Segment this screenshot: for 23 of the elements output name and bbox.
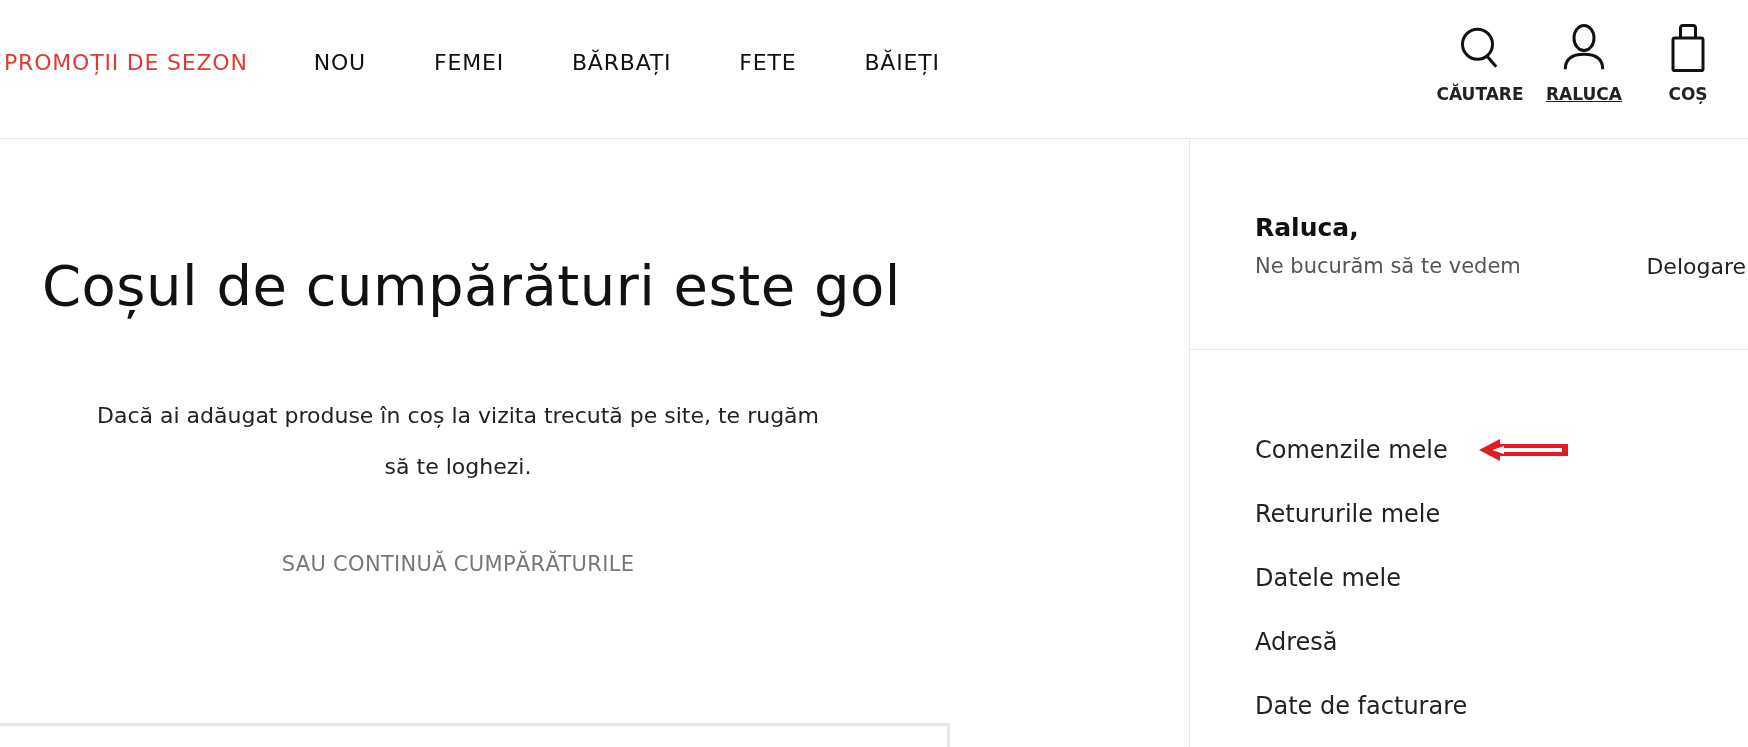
nav-link[interactable]: PROMOȚII DE SEZON xyxy=(4,50,248,75)
header-action[interactable]: RALUCA xyxy=(1532,22,1636,138)
cart-title: Coșul de cumpărături este gol xyxy=(42,253,902,318)
action-label: COȘ xyxy=(1668,84,1708,104)
welcome-text: Ne bucurăm să te vedem xyxy=(1255,254,1521,279)
account-menu-item[interactable]: Date de facturare xyxy=(1255,692,1468,720)
nav-link[interactable]: BĂRBAȚI xyxy=(571,50,672,75)
header-action[interactable]: CĂUTARE xyxy=(1428,22,1532,138)
account-menu-item[interactable]: Comenzile mele xyxy=(1255,436,1448,464)
account-menu-item[interactable]: Retururile mele xyxy=(1255,500,1441,528)
nav-link[interactable]: BĂIEȚI xyxy=(864,50,940,75)
nav-link[interactable]: FETE xyxy=(739,50,797,75)
nav-link[interactable]: NOU xyxy=(313,50,366,75)
account-menu-item[interactable]: Adresă xyxy=(1255,628,1338,656)
nav-link[interactable]: FEMEI xyxy=(434,50,504,75)
action-label: RALUCA xyxy=(1546,84,1622,104)
continue-shopping-link[interactable]: SAU CONTINUĂ CUMPĂRĂTURILE xyxy=(0,552,916,576)
greeting: Raluca, xyxy=(1255,213,1360,242)
logout-link[interactable]: Delogare xyxy=(1646,254,1746,279)
account-menu-item[interactable]: Datele mele xyxy=(1255,564,1401,592)
action-label: CĂUTARE xyxy=(1436,84,1524,104)
cart-message: Dacă ai adăugat produse în coș la vizita trecută pe site, te rugăm să te loghezi. xyxy=(95,402,820,481)
header-action[interactable]: COȘ xyxy=(1636,22,1740,138)
